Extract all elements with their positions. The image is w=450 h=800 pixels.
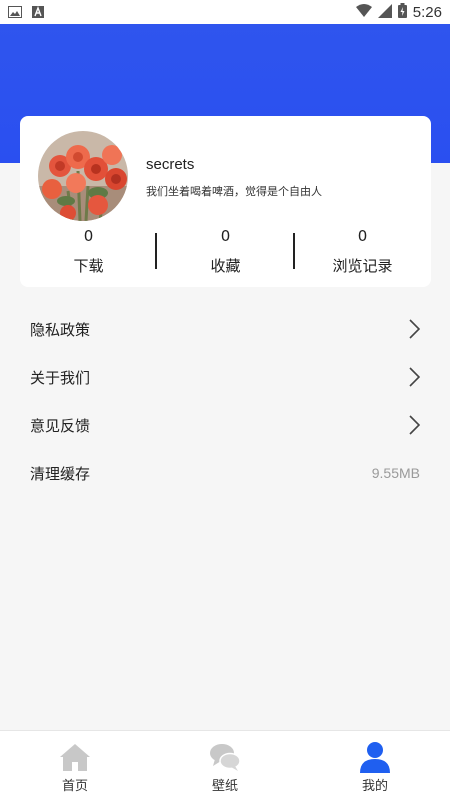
nav-item-label: 壁纸 xyxy=(211,779,238,794)
image-notification-icon xyxy=(8,3,22,22)
menu-item-label: 清理缓存 xyxy=(30,464,91,483)
status-bar: 5:26 xyxy=(0,0,450,24)
chevron-right-icon xyxy=(408,415,421,435)
chevron-right-icon xyxy=(408,367,421,387)
stat-count: 0 xyxy=(357,227,368,245)
nav-item-wallpaper[interactable]: 壁纸 xyxy=(150,731,300,800)
stat-count: 0 xyxy=(220,227,231,245)
username: secrets xyxy=(146,156,195,173)
chevron-right-icon xyxy=(408,319,421,339)
nav-item-label: 我的 xyxy=(361,779,388,794)
home-icon xyxy=(59,741,91,773)
stat-label: 浏览记录 xyxy=(332,257,393,275)
menu-item-label: 隐私政策 xyxy=(30,320,91,339)
stat-count: 0 xyxy=(83,227,94,245)
wifi-icon xyxy=(355,3,372,22)
battery-icon xyxy=(397,2,407,22)
menu-item-label: 意见反馈 xyxy=(30,416,91,435)
stat-history[interactable]: 0 浏览记录 xyxy=(294,226,431,276)
stat-label: 下载 xyxy=(73,257,104,275)
bottom-nav: 首页 壁纸 我的 xyxy=(0,730,450,800)
nav-item-mine[interactable]: 我的 xyxy=(300,731,450,800)
menu-item-label: 关于我们 xyxy=(30,368,91,387)
avatar[interactable] xyxy=(38,131,128,221)
menu-item-about-us[interactable]: 关于我们 xyxy=(0,353,450,401)
nav-item-home[interactable]: 首页 xyxy=(0,731,150,800)
text-notification-icon xyxy=(32,3,44,22)
cache-size-value: 9.55MB xyxy=(371,465,420,481)
menu-item-feedback[interactable]: 意见反馈 xyxy=(0,401,450,449)
menu-item-privacy-policy[interactable]: 隐私政策 xyxy=(0,305,450,353)
stat-label: 收藏 xyxy=(210,257,241,275)
nav-item-label: 首页 xyxy=(61,779,88,794)
status-time: 5:26 xyxy=(412,3,442,21)
user-bio: 我们坐着喝着啤酒，觉得是个自由人 xyxy=(146,185,322,198)
profile-card: secrets 我们坐着喝着啤酒，觉得是个自由人 0 下载 0 收藏 0 浏览记… xyxy=(20,116,431,287)
user-icon xyxy=(359,741,391,773)
signal-icon xyxy=(377,3,392,22)
stat-favorites[interactable]: 0 收藏 xyxy=(157,226,294,276)
stat-downloads[interactable]: 0 下载 xyxy=(20,226,157,276)
chat-bubbles-icon xyxy=(209,741,241,773)
settings-menu: 隐私政策 关于我们 意见反馈 清理缓存 9.55MB xyxy=(0,305,450,497)
menu-item-clear-cache[interactable]: 清理缓存 9.55MB xyxy=(0,449,450,497)
